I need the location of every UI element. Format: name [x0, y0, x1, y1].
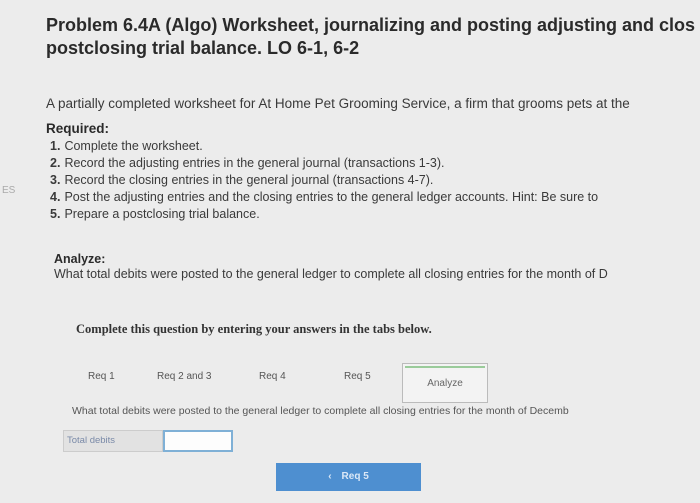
side-mark: ES: [2, 185, 16, 196]
required-heading: Required:: [46, 121, 110, 136]
required-item-5: 5. Prepare a postclosing trial balance.: [50, 207, 260, 221]
chevron-left-icon: ‹: [328, 471, 332, 482]
required-item-2: 2. Record the adjusting entries in the ge…: [50, 156, 445, 170]
page: Problem 6.4A (Algo) Worksheet, journaliz…: [0, 0, 700, 503]
tab-req-4[interactable]: Req 4: [259, 371, 286, 382]
required-list: 1. Complete the worksheet. 2. Record the a…: [50, 138, 598, 223]
title-line-1: Problem 6.4A (Algo) Worksheet, journaliz…: [46, 15, 696, 35]
analyze-question: What total debits were posted to the gen…: [54, 267, 608, 281]
previous-req-5-button[interactable]: ‹ Req 5: [276, 463, 421, 491]
problem-title: Problem 6.4A (Algo) Worksheet, journaliz…: [46, 14, 700, 60]
problem-intro: A partially completed worksheet for At H…: [46, 96, 630, 111]
tab-req-2-and-3[interactable]: Req 2 and 3: [157, 371, 212, 382]
tab-analyze[interactable]: Analyze: [402, 363, 488, 403]
title-line-2: postclosing trial balance. LO 6-1, 6-2: [46, 38, 360, 58]
total-debits-label: Total debits: [63, 430, 163, 452]
answer-row: Total debits: [63, 430, 235, 452]
instruction-text: Complete this question by entering your …: [76, 322, 432, 336]
tab-question: What total debits were posted to the gen…: [72, 405, 569, 417]
required-item-4: 4. Post the adjusting entries and the clo…: [50, 190, 599, 204]
total-debits-input[interactable]: [163, 430, 233, 452]
required-item-1: 1. Complete the worksheet.: [50, 139, 203, 153]
analyze-heading: Analyze:: [54, 252, 106, 266]
required-item-3: 3. Record the closing entries in the gene…: [50, 173, 434, 187]
previous-button-label: Req 5: [341, 471, 369, 482]
tab-req-1[interactable]: Req 1: [88, 371, 115, 382]
requirement-tabs: Req 1 Req 2 and 3 Req 4 Req 5 Analyze: [66, 363, 700, 403]
tab-req-5[interactable]: Req 5: [344, 371, 371, 382]
